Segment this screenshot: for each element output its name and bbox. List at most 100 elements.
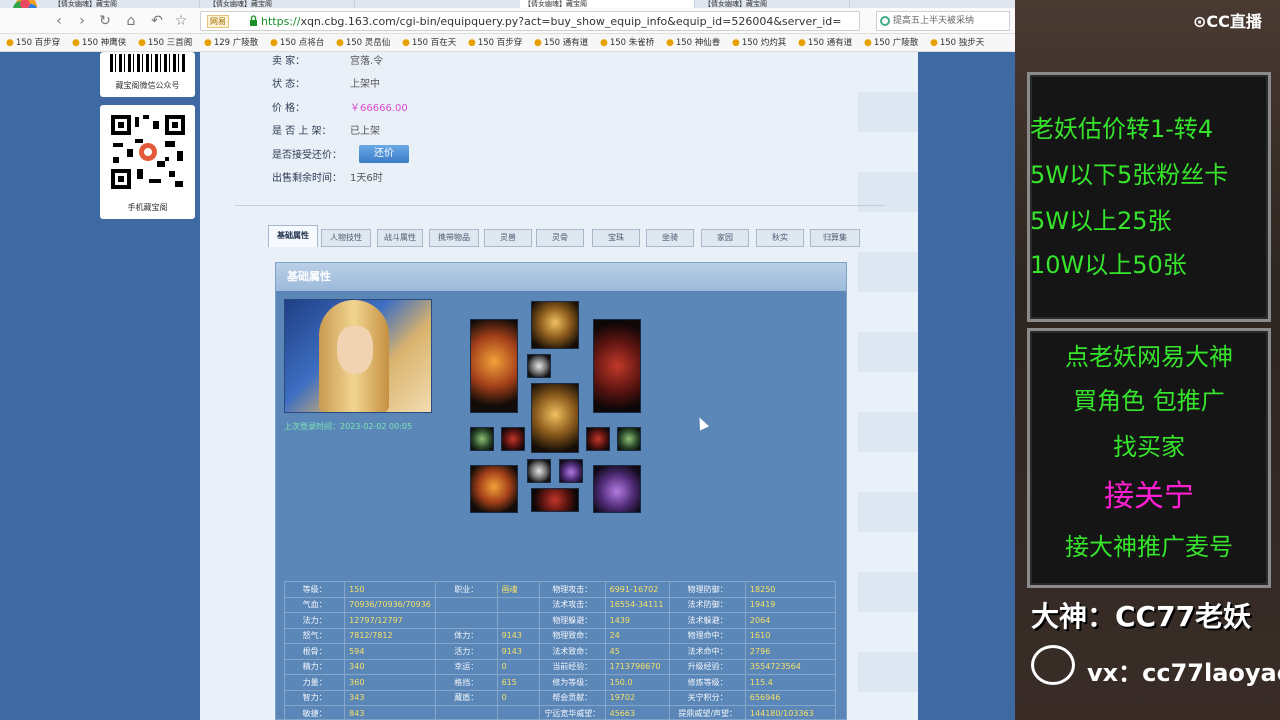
tab-attribute-1[interactable]: 人物技性 bbox=[321, 229, 371, 247]
equip-helmet-icon[interactable] bbox=[531, 301, 579, 349]
counter-offer-label: 是否接受还价： bbox=[272, 150, 342, 161]
bookmark-item[interactable]: ● 150 广陵散 bbox=[864, 34, 924, 51]
stat-value: 18250 bbox=[744, 581, 837, 598]
notice-line: 老妖估价转1-转4 bbox=[1030, 115, 1214, 143]
bookmark-item[interactable]: ● 150 百步穿 bbox=[468, 34, 528, 51]
equip-bracelet-icon[interactable] bbox=[501, 427, 525, 451]
tab-attribute-9[interactable]: 秋实 bbox=[756, 229, 804, 247]
brand-text: CC直播 bbox=[1206, 12, 1262, 31]
bookmark-icon: ● bbox=[798, 38, 806, 48]
stat-label: 法术躲避： bbox=[669, 612, 746, 629]
bookmark-item[interactable]: ● 150 通有道 bbox=[798, 34, 858, 51]
search-placeholder: 提高五上半天被采纳 bbox=[893, 16, 975, 26]
bookmark-icon: ● bbox=[6, 38, 14, 48]
browser-tab[interactable]: 【倩女幽魂】藏宝阁 bbox=[700, 0, 850, 8]
bookmark-item[interactable]: ● 150 灵岳仙 bbox=[336, 34, 396, 51]
bookmark-item[interactable]: ● 150 朱雀桥 bbox=[600, 34, 660, 51]
equip-offhand-icon[interactable] bbox=[593, 319, 641, 413]
counter-offer-button[interactable]: 还价 bbox=[359, 145, 409, 163]
bookmark-item[interactable]: ● 150 神仙眷 bbox=[666, 34, 726, 51]
stat-label: 帮会贡献： bbox=[539, 689, 606, 706]
stat-value: 45663 bbox=[604, 705, 671, 720]
address-bar[interactable]: 网易 https://xqn.cbg.163.com/cgi-bin/equip… bbox=[200, 11, 860, 31]
equip-bracelet-icon[interactable] bbox=[586, 427, 610, 451]
stat-value: 144180/103363 bbox=[744, 705, 837, 720]
stat-label: 法术攻击： bbox=[539, 596, 606, 613]
notice-line: 5W以上25张 bbox=[1030, 207, 1172, 235]
equip-necklace-icon[interactable] bbox=[527, 354, 551, 378]
promo-line: 点老妖网易大神 bbox=[1065, 343, 1233, 371]
bookmark-item[interactable]: ● 150 三首阁 bbox=[138, 34, 198, 51]
pricing-notice-box: 老妖估价转1-转4 5W以下5张粉丝卡 5W以上25张 10W以上50张 bbox=[1027, 72, 1271, 322]
stat-label: 活力： bbox=[434, 643, 498, 660]
stat-value: 2796 bbox=[744, 643, 837, 660]
stat-label: 物理躲避： bbox=[539, 612, 606, 629]
equip-weapon-icon[interactable] bbox=[470, 319, 518, 413]
seller-value: 宫落.令 bbox=[350, 56, 384, 67]
bookmark-item[interactable]: ● 150 百步穿 bbox=[6, 34, 66, 51]
stat-label: 宁远宽华威望： bbox=[539, 705, 606, 720]
equip-ring-icon[interactable] bbox=[617, 427, 641, 451]
stat-value: 1713798670 bbox=[604, 658, 671, 675]
undo-icon[interactable]: ↶ bbox=[148, 12, 166, 30]
stat-value: 24 bbox=[604, 627, 671, 644]
bookmark-item[interactable]: ● 150 灼灼其 bbox=[732, 34, 792, 51]
equip-jewel-icon[interactable] bbox=[559, 459, 583, 483]
equip-ring-icon[interactable] bbox=[470, 427, 494, 451]
tab-basic-attributes[interactable]: 基础属性 bbox=[268, 225, 318, 247]
tab-attribute-3[interactable]: 携带物品 bbox=[429, 229, 479, 247]
tab-attribute-6[interactable]: 宝珠 bbox=[592, 229, 640, 247]
tab-attribute-2[interactable]: 战斗属性 bbox=[377, 229, 423, 247]
back-icon[interactable]: ‹ bbox=[50, 12, 68, 30]
stat-label: 升级经验： bbox=[669, 658, 746, 675]
notice-line: 5W以下5张粉丝卡 bbox=[1030, 161, 1229, 189]
stat-value: 19702 bbox=[604, 689, 671, 706]
tab-attribute-4[interactable]: 灵兽 bbox=[484, 229, 532, 247]
bookmark-item[interactable]: ● 150 点将台 bbox=[270, 34, 330, 51]
equip-gloves-icon[interactable] bbox=[470, 465, 518, 513]
bookmark-item[interactable]: ● 150 神鹰侠 bbox=[72, 34, 132, 51]
browser-tab[interactable]: 【倩女幽魂】藏宝阁 bbox=[50, 0, 200, 8]
wechat-contact: vx：cc77laoyao bbox=[1031, 645, 1280, 689]
promo-line: 找买家 bbox=[1113, 433, 1185, 461]
stat-value: 12797/12797 bbox=[344, 612, 436, 629]
forward-icon[interactable]: › bbox=[73, 12, 91, 30]
qr-label: 手机藏宝阁 bbox=[127, 203, 168, 212]
stat-value: 343 bbox=[344, 689, 436, 706]
browser-tab[interactable]: 【倩女幽魂】藏宝阁 bbox=[205, 0, 355, 8]
tab-attribute-7[interactable]: 坐骑 bbox=[646, 229, 694, 247]
stat-label: 物理致命： bbox=[539, 627, 606, 644]
bookmark-item[interactable]: ● 150 百在天 bbox=[402, 34, 462, 51]
stat-value bbox=[496, 612, 541, 629]
status-value: 上架中 bbox=[350, 79, 380, 90]
basic-attributes-panel: 基础属性 上次登录时间：2023-02-02 00:05 等级： 150 职业： 画魂… bbox=[275, 262, 847, 720]
bookmark-item[interactable]: ● 150 通有道 bbox=[534, 34, 594, 51]
stat-value: 19419 bbox=[744, 596, 837, 613]
tab-attribute-5[interactable]: 灵骨 bbox=[536, 229, 584, 247]
bookmark-icon: ● bbox=[402, 38, 410, 48]
stat-label: 法术防御： bbox=[669, 596, 746, 613]
star-icon[interactable]: ☆ bbox=[172, 12, 190, 30]
stats-row: 根骨： 594 活力： 9143 法术致命： 45 法术命中： 2796 bbox=[283, 643, 837, 660]
browser-tab-active[interactable]: 【倩女幽魂】藏宝阁 bbox=[520, 0, 695, 8]
tab-attribute-10[interactable]: 归算集 bbox=[810, 229, 860, 247]
bookmark-label: 129 广陵散 bbox=[213, 38, 259, 48]
stat-value: 画魂 bbox=[496, 581, 541, 598]
reload-icon[interactable]: ↻ bbox=[96, 12, 114, 30]
stat-label: 当前经验： bbox=[539, 658, 606, 675]
qr-code-icon bbox=[109, 113, 187, 191]
equip-armor-icon[interactable] bbox=[531, 383, 579, 453]
equip-talisman-icon[interactable] bbox=[527, 459, 551, 483]
stat-value: 656946 bbox=[744, 689, 837, 706]
tab-attribute-8[interactable]: 家园 bbox=[701, 229, 749, 247]
equip-belt-icon[interactable] bbox=[531, 488, 579, 512]
bookmark-icon: ● bbox=[666, 38, 674, 48]
stat-label: 物理防御： bbox=[669, 581, 746, 598]
search-input[interactable]: 提高五上半天被采纳 bbox=[876, 11, 1010, 31]
home-icon[interactable]: ⌂ bbox=[122, 12, 140, 30]
stat-label bbox=[434, 705, 498, 720]
equip-boots-icon[interactable] bbox=[593, 465, 641, 513]
bookmark-item[interactable]: ● 129 广陵散 bbox=[204, 34, 264, 51]
bookmark-item[interactable]: ● 150 独步天 bbox=[930, 34, 990, 51]
bookmark-label: 150 三首阁 bbox=[147, 38, 193, 48]
